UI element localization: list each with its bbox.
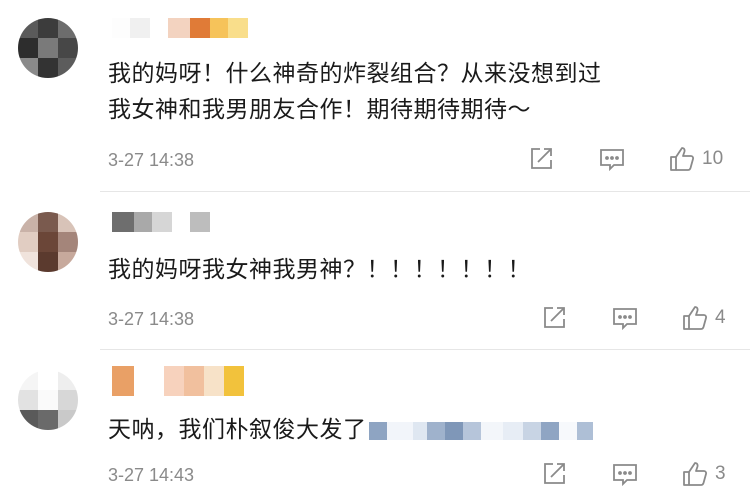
comment-item: 天呐，我们朴叙俊大发了 3-27 14:43 3 bbox=[0, 350, 750, 501]
share-icon bbox=[531, 148, 552, 169]
comment-text-line: 我女神和我男朋友合作！期待期待期待～ bbox=[108, 97, 531, 123]
share-button[interactable] bbox=[528, 146, 554, 172]
comment-item: 我的妈呀我女神我男神？！！！！！！！ 3-27 14:38 4 bbox=[0, 192, 750, 348]
like-count: 10 bbox=[702, 148, 724, 169]
username-blurred[interactable] bbox=[112, 212, 210, 232]
reply-button[interactable] bbox=[598, 147, 626, 173]
like-button[interactable]: 10 bbox=[668, 145, 723, 173]
avatar[interactable] bbox=[18, 370, 78, 430]
like-button[interactable]: 3 bbox=[681, 460, 726, 488]
like-count: 4 bbox=[715, 307, 726, 328]
like-count: 3 bbox=[715, 463, 726, 484]
comment-text: 我的妈呀我女神我男神？！！！！！！！ bbox=[108, 252, 531, 288]
username-blurred[interactable] bbox=[112, 18, 248, 38]
comment-icon bbox=[613, 464, 637, 487]
share-icon bbox=[544, 307, 565, 328]
blurred-text-mosaic bbox=[368, 421, 593, 440]
like-button[interactable]: 4 bbox=[681, 304, 726, 332]
comment-text: 天呐，我们朴叙俊大发了 bbox=[108, 412, 593, 448]
comment-text-line: 我的妈呀我女神我男神？！！！！！！！ bbox=[108, 257, 531, 283]
reply-button[interactable] bbox=[611, 462, 639, 488]
avatar[interactable] bbox=[18, 18, 78, 78]
comment-text-line: 天呐，我们朴叙俊大发了 bbox=[108, 417, 367, 443]
comment-icon bbox=[600, 149, 624, 172]
comment-text-line: 我的妈呀！什么神奇的炸裂组合？从来没想到过 bbox=[108, 61, 602, 87]
thumbs-up-icon bbox=[683, 306, 708, 330]
username-blurred[interactable] bbox=[112, 366, 244, 396]
timestamp: 3-27 14:38 bbox=[108, 150, 195, 170]
timestamp: 3-27 14:38 bbox=[108, 309, 195, 329]
share-button[interactable] bbox=[541, 461, 567, 487]
avatar[interactable] bbox=[18, 212, 78, 272]
thumbs-up-icon bbox=[683, 462, 708, 486]
share-icon bbox=[544, 463, 565, 484]
thumbs-up-icon bbox=[670, 147, 695, 171]
timestamp: 3-27 14:43 bbox=[108, 465, 195, 485]
comment-icon bbox=[613, 308, 637, 331]
comment-text: 我的妈呀！什么神奇的炸裂组合？从来没想到过 我女神和我男朋友合作！期待期待期待～ bbox=[108, 56, 602, 128]
share-button[interactable] bbox=[541, 305, 567, 331]
reply-button[interactable] bbox=[611, 306, 639, 332]
comment-item: 我的妈呀！什么神奇的炸裂组合？从来没想到过 我女神和我男朋友合作！期待期待期待～… bbox=[0, 0, 750, 190]
